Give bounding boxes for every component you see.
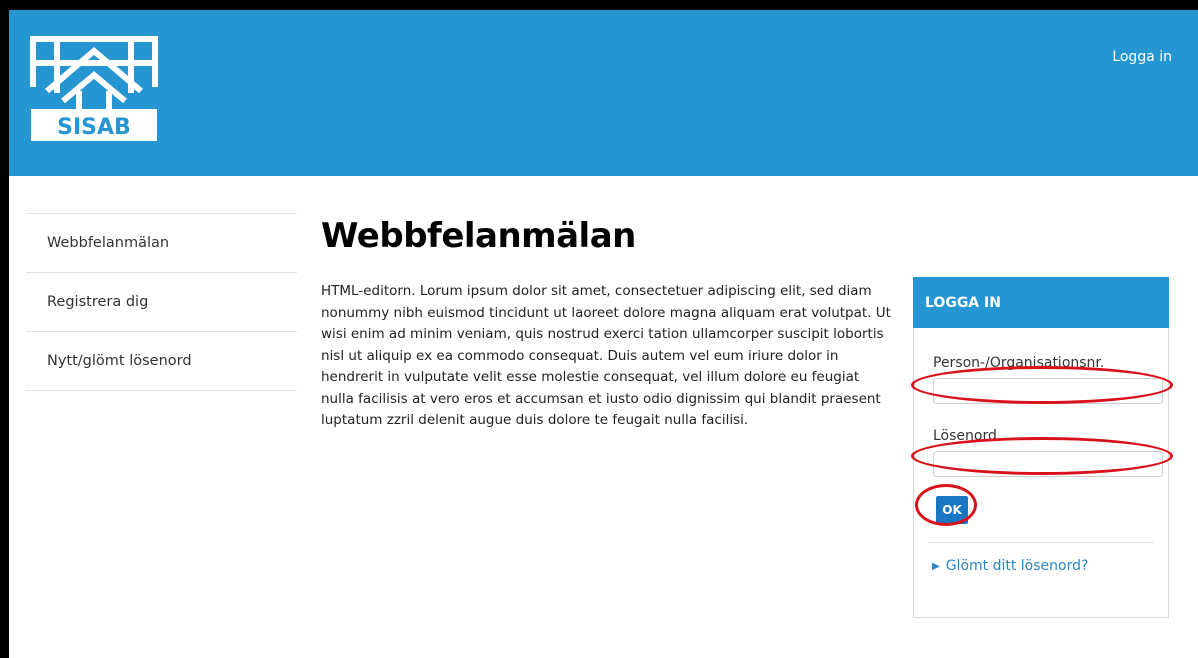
caret-right-icon: ▶ (932, 560, 940, 572)
sisab-logo[interactable]: SISAB (27, 29, 161, 141)
logo-text: SISAB (57, 115, 131, 140)
sidebar-item-label: Nytt/glömt lösenord (47, 353, 192, 369)
sidebar-item-losenord[interactable]: Nytt/glömt lösenord (26, 331, 297, 391)
page-title: Webbfelanmälan (321, 216, 636, 256)
password-label: Lösenord (933, 428, 997, 444)
sidebar-item-registrera[interactable]: Registrera dig (26, 272, 297, 331)
sidebar-item-label: Webbfelanmälan (47, 235, 170, 251)
password-input[interactable] (933, 451, 1163, 477)
sidebar-nav: Webbfelanmälan Registrera dig Nytt/glömt… (26, 213, 297, 391)
id-label: Person-/Organisationsnr. (933, 355, 1105, 371)
forgot-password-label: Glömt ditt lösenord? (945, 558, 1089, 574)
forgot-password-link[interactable]: ▶ Glömt ditt lösenord? (932, 558, 1088, 574)
sidebar-item-label: Registrera dig (47, 294, 149, 310)
login-heading: LOGGA IN (913, 277, 1169, 328)
site-header: SISAB Logga in (9, 10, 1198, 176)
ok-button[interactable]: OK (936, 496, 968, 524)
page-frame: SISAB Logga in Webbfelanmälan Registrera… (9, 10, 1198, 658)
divider (928, 542, 1154, 543)
body-text: HTML-editorn. Lorum ipsum dolor sit amet… (321, 283, 891, 428)
login-panel: LOGGA IN Person-/Organisationsnr. Löseno… (913, 277, 1169, 618)
login-link[interactable]: Logga in (1112, 49, 1172, 65)
sidebar-item-webbfelanmalan[interactable]: Webbfelanmälan (26, 213, 297, 272)
id-input[interactable] (933, 378, 1163, 404)
